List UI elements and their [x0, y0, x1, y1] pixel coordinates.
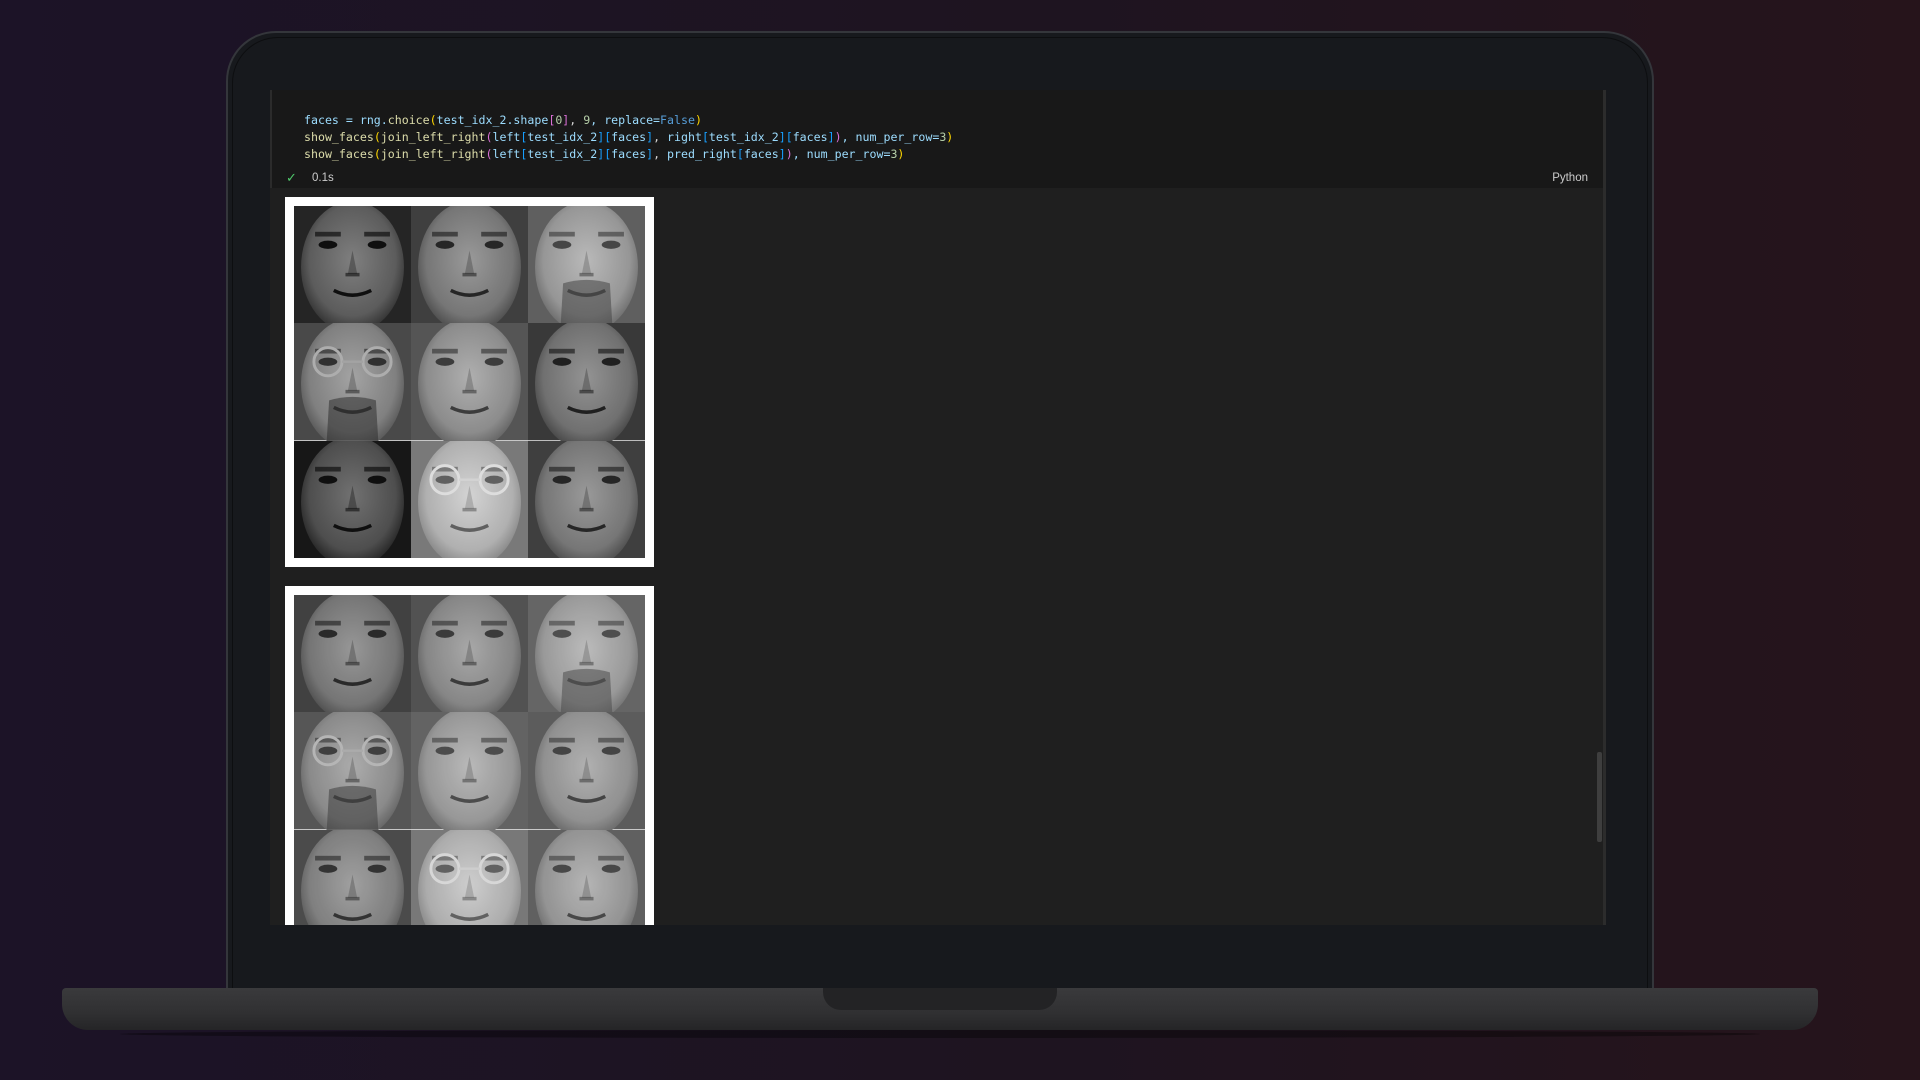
- code-token: faces: [792, 130, 828, 144]
- code-token: left: [492, 130, 521, 144]
- face-thumbnail: [411, 206, 528, 324]
- code-token: ]: [646, 130, 654, 144]
- code-token: test_idx_2: [708, 130, 779, 144]
- face-thumbnail: [294, 595, 411, 713]
- code-token: ,: [569, 113, 584, 127]
- code-token: left: [492, 147, 521, 161]
- code-token: show_faces: [304, 147, 374, 161]
- code-token: pred_right: [667, 147, 737, 161]
- code-token: test_idx_2: [527, 130, 598, 144]
- code-token: ]: [646, 147, 654, 161]
- code-token: False: [660, 113, 695, 127]
- code-cell[interactable]: faces = rng.choice(test_idx_2.shape[0], …: [270, 90, 1606, 188]
- face-thumbnail: [294, 712, 411, 830]
- code-token: ,: [653, 130, 668, 144]
- face-thumbnail: [294, 206, 411, 324]
- execution-time: 0.1s: [312, 172, 334, 184]
- face-thumbnail: [411, 829, 528, 925]
- code-token: [: [701, 130, 709, 144]
- face-thumbnail: [411, 323, 528, 441]
- code-token: faces: [611, 147, 647, 161]
- face-thumbnail: [528, 829, 645, 925]
- face-grid: [294, 206, 645, 558]
- face-thumbnail: [528, 323, 645, 441]
- cell-output: [270, 188, 1606, 925]
- code-token: choice: [387, 113, 430, 127]
- code-token: , num_per_row=: [792, 147, 891, 161]
- code-token: faces: [743, 147, 779, 161]
- cell-language-label[interactable]: Python: [1552, 172, 1588, 184]
- code-token: ): [834, 130, 842, 144]
- code-token: ): [694, 113, 702, 127]
- code-token: show_faces: [304, 130, 374, 144]
- face-thumbnail: [528, 712, 645, 830]
- code-token: (: [373, 147, 381, 161]
- code-token: ): [897, 147, 905, 161]
- vertical-scrollbar[interactable]: [1597, 752, 1602, 842]
- code-token: (: [373, 130, 381, 144]
- code-line[interactable]: faces = rng.choice(test_idx_2.shape[0], …: [304, 112, 953, 129]
- code-token: faces =: [304, 113, 360, 127]
- face-grid: [294, 595, 645, 925]
- code-editor[interactable]: faces = rng.choice(test_idx_2.shape[0], …: [304, 112, 953, 163]
- code-line[interactable]: show_faces(join_left_right(left[test_idx…: [304, 129, 953, 146]
- code-token: test_idx_2.shape: [436, 113, 549, 127]
- face-thumbnail: [528, 440, 645, 558]
- code-token: ): [785, 147, 793, 161]
- notebook-screen: faces = rng.choice(test_idx_2.shape[0], …: [270, 90, 1606, 925]
- face-thumbnail: [294, 440, 411, 558]
- code-token: faces: [611, 130, 647, 144]
- faces-figure-predicted: [285, 586, 654, 925]
- face-thumbnail: [294, 323, 411, 441]
- face-thumbnail: [411, 712, 528, 830]
- laptop-notch: [823, 988, 1057, 1010]
- code-token: , replace=: [590, 113, 661, 127]
- face-thumbnail: [411, 595, 528, 713]
- code-token: rng.: [359, 113, 388, 127]
- face-thumbnail: [411, 440, 528, 558]
- code-token: ]: [778, 130, 786, 144]
- code-token: (: [429, 113, 437, 127]
- code-token: [: [785, 130, 793, 144]
- code-token: join_left_right: [380, 147, 486, 161]
- code-token: join_left_right: [380, 130, 486, 144]
- face-thumbnail: [528, 595, 645, 713]
- editor-edge: [1603, 90, 1606, 925]
- code-token: ]: [778, 147, 786, 161]
- code-token: ]: [827, 130, 835, 144]
- code-token: ): [946, 130, 954, 144]
- face-thumbnail: [528, 206, 645, 324]
- code-token: , num_per_row=: [841, 130, 940, 144]
- code-token: [: [736, 147, 744, 161]
- code-token: test_idx_2: [527, 147, 598, 161]
- success-check-icon: ✓: [286, 171, 297, 186]
- faces-figure-original: [285, 197, 654, 567]
- code-token: right: [667, 130, 702, 144]
- code-line[interactable]: show_faces(join_left_right(left[test_idx…: [304, 146, 953, 163]
- face-thumbnail: [294, 829, 411, 925]
- code-token: ,: [653, 147, 668, 161]
- laptop-shadow: [120, 1030, 1760, 1038]
